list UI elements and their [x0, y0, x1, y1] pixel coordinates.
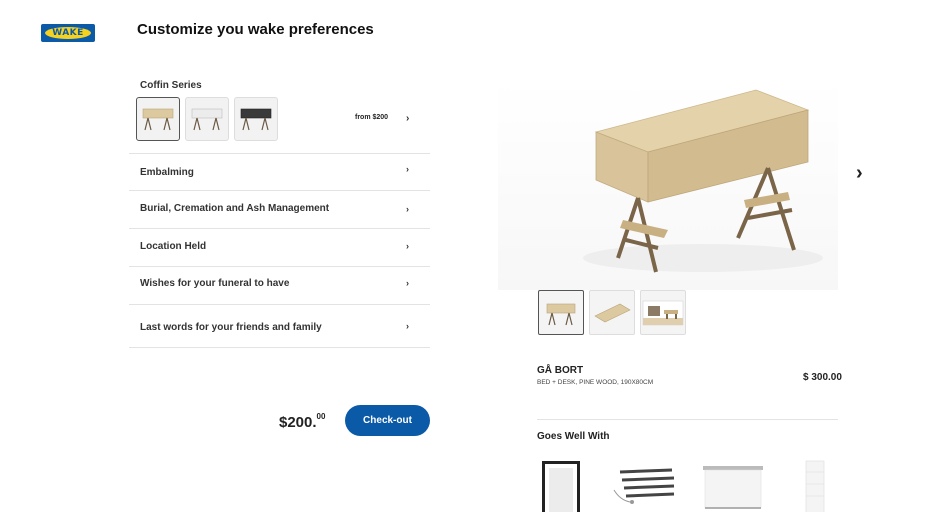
thumb-room-scene[interactable] — [640, 290, 686, 335]
option-label: Last words for your friends and family — [140, 322, 322, 333]
option-label: Wishes for your funeral to have — [140, 278, 290, 289]
page-title: Customize you wake preferences — [137, 21, 374, 38]
option-burial[interactable]: Burial, Cremation and Ash Management › — [129, 190, 430, 228]
curtain-rods-icon — [613, 468, 675, 504]
product-price: $ 300.00 — [803, 372, 842, 383]
product-description: BED + DESK, PINE WOOD, 190X80CM — [537, 379, 654, 386]
rec-shelf[interactable] — [804, 456, 826, 512]
option-wishes[interactable]: Wishes for your funeral to have › — [129, 266, 430, 304]
price-main: $200. — [279, 414, 317, 431]
option-label: Burial, Cremation and Ash Management — [140, 203, 330, 214]
thumb-desk-top[interactable] — [589, 290, 635, 335]
series-swatches — [136, 97, 278, 141]
series-from-price: from $200 — [355, 114, 389, 121]
swatch-white[interactable] — [185, 97, 229, 141]
options-list: Embalming › Burial, Cremation and Ash Ma… — [129, 153, 430, 348]
goes-well-title: Goes Well With — [537, 431, 610, 442]
desk-white-icon — [191, 108, 223, 131]
chevron-right-icon: › — [406, 241, 409, 251]
option-embalming[interactable]: Embalming › — [129, 153, 430, 190]
option-last-words[interactable]: Last words for your friends and family › — [129, 304, 430, 348]
chevron-right-icon: › — [406, 278, 409, 288]
next-image-arrow-icon[interactable]: › — [856, 162, 863, 185]
rec-roller-blind[interactable] — [702, 456, 764, 512]
option-label: Location Held — [140, 241, 207, 252]
product-name: GÅ BORT — [537, 365, 584, 376]
checkout-button[interactable]: Check-out — [345, 405, 430, 436]
chevron-right-icon: › — [406, 164, 409, 174]
rec-frame[interactable] — [541, 456, 581, 512]
swatch-pine-wood[interactable] — [136, 97, 180, 141]
room-thumb-icon — [642, 300, 684, 325]
price-cents: 00 — [316, 412, 326, 421]
brand-logo[interactable]: WAKE — [41, 24, 95, 42]
chevron-right-icon: › — [406, 204, 409, 214]
desk-pine-icon — [142, 108, 174, 131]
section-divider — [537, 419, 838, 420]
desk-thumb-icon — [546, 303, 576, 325]
desk-top-thumb-icon — [594, 303, 631, 322]
chevron-right-icon: › — [406, 321, 409, 331]
logo-oval: WAKE — [45, 27, 91, 39]
chevron-right-icon[interactable]: › — [406, 113, 409, 124]
option-label: Embalming — [140, 167, 194, 178]
swatch-black[interactable] — [234, 97, 278, 141]
roller-blind-icon — [703, 466, 763, 509]
rec-curtain-rods[interactable] — [610, 456, 676, 512]
product-thumbnails — [538, 290, 686, 335]
option-location[interactable]: Location Held › — [129, 228, 430, 266]
product-hero-image — [498, 80, 838, 290]
logo-text: WAKE — [52, 28, 84, 38]
total-price: $200.00 — [279, 412, 325, 431]
desk-black-icon — [240, 108, 272, 131]
thumb-desk-front[interactable] — [538, 290, 584, 335]
series-label: Coffin Series — [140, 80, 202, 91]
shelf-icon — [805, 460, 825, 512]
frame-icon — [542, 461, 580, 512]
desk-render-icon — [583, 89, 823, 273]
